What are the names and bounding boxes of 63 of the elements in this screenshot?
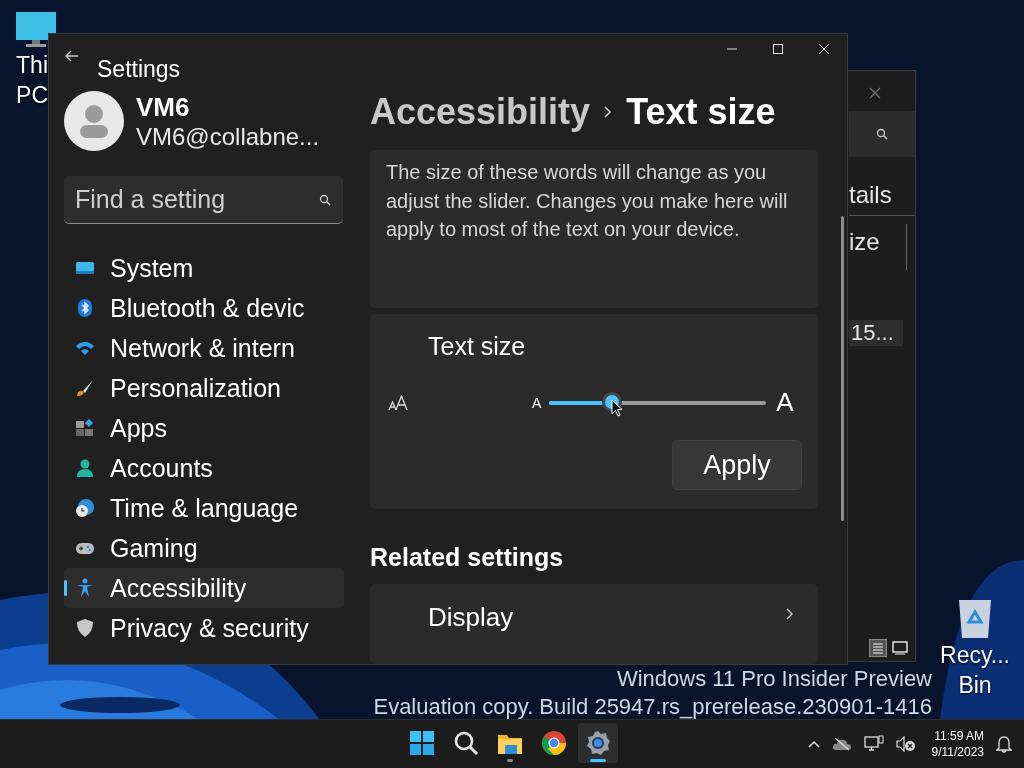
cloud-icon[interactable] — [831, 737, 852, 751]
mouse-pointer-icon — [611, 398, 624, 417]
bell-icon[interactable] — [996, 735, 1012, 753]
chevron-icon — [604, 106, 613, 118]
search-icon — [876, 128, 888, 140]
accounts-icon — [75, 458, 95, 478]
shield-icon — [75, 618, 95, 638]
maximize-icon — [773, 44, 783, 54]
time-icon — [75, 498, 95, 518]
account-email: VM6@collabne... — [136, 122, 320, 151]
small-size-label: A — [532, 394, 542, 411]
taskbar-clock[interactable]: 11:59 AM 9/11/2023 — [931, 728, 984, 760]
chevron-icon — [786, 608, 794, 620]
desktop-icon-label: Bin — [958, 671, 992, 700]
gear-icon — [585, 730, 611, 756]
close-icon[interactable] — [869, 87, 881, 99]
apps-icon — [75, 418, 95, 438]
page-title: Text size — [626, 91, 776, 133]
close-icon — [819, 44, 829, 54]
volume-muted-icon[interactable] — [895, 736, 916, 752]
sidebar-item[interactable]: Network & intern — [64, 328, 344, 368]
preview-text: The size of these words will change as you adjust the slider. Changes you make here will apply to most of the text on your device. — [370, 150, 818, 308]
partial-text: 15... — [849, 320, 903, 346]
bluetooth-icon — [75, 298, 95, 318]
search-icon — [319, 194, 331, 206]
chevron-up-icon[interactable] — [807, 740, 820, 748]
network-icon[interactable] — [863, 735, 884, 753]
computer-icon[interactable] — [14, 10, 58, 50]
sidebar-item[interactable]: Accessibility — [64, 568, 344, 608]
sidebar-item[interactable]: Personalization — [64, 368, 344, 408]
sidebar-item[interactable]: System — [64, 248, 344, 288]
font-size-icon — [388, 394, 410, 411]
desktop-icon-label: Recy... — [940, 641, 1010, 670]
back-arrow-icon[interactable] — [65, 50, 79, 62]
sidebar-item[interactable]: Time & language — [64, 488, 344, 528]
window-title: Settings — [97, 56, 181, 83]
sidebar-item[interactable]: Apps — [64, 408, 344, 448]
sidebar-item[interactable]: Gaming — [64, 528, 344, 568]
large-size-label: A — [776, 387, 794, 418]
partial-text: ize — [849, 224, 907, 270]
search-field[interactable] — [849, 111, 915, 157]
breadcrumb-link[interactable]: Accessibility — [370, 91, 591, 133]
section-heading: Related settings — [370, 543, 565, 572]
sidebar-item[interactable]: Bluetooth & devic — [64, 288, 344, 328]
desktop-icon-label: PC — [16, 81, 48, 110]
watermark-text: Windows 11 Pro Insider Preview — [616, 666, 932, 692]
apply-button[interactable]: Apply — [672, 440, 802, 490]
watermark-text: Evaluation copy. Build 25947.rs_prerelease.230901-1416 — [373, 694, 932, 720]
partial-text: tails — [849, 181, 915, 216]
sidebar-item[interactable]: Accounts — [64, 448, 344, 488]
taskbar-settings-button[interactable] — [578, 723, 618, 763]
avatar-icon[interactable] — [64, 91, 124, 151]
account-name: VM6 — [136, 91, 191, 123]
setting-title: Text size — [428, 332, 527, 361]
browser-icon — [541, 730, 567, 756]
search-icon — [453, 730, 479, 756]
thumbnail-view-icon[interactable] — [891, 639, 909, 657]
sidebar-item[interactable]: Privacy & security — [64, 608, 344, 648]
related-setting-card[interactable]: Display — [370, 584, 818, 664]
search-field[interactable]: Find a setting — [64, 176, 343, 224]
desktop-icon-label: Thi — [16, 51, 48, 80]
scrollbar[interactable] — [841, 216, 844, 521]
windows-logo-icon — [409, 730, 435, 756]
